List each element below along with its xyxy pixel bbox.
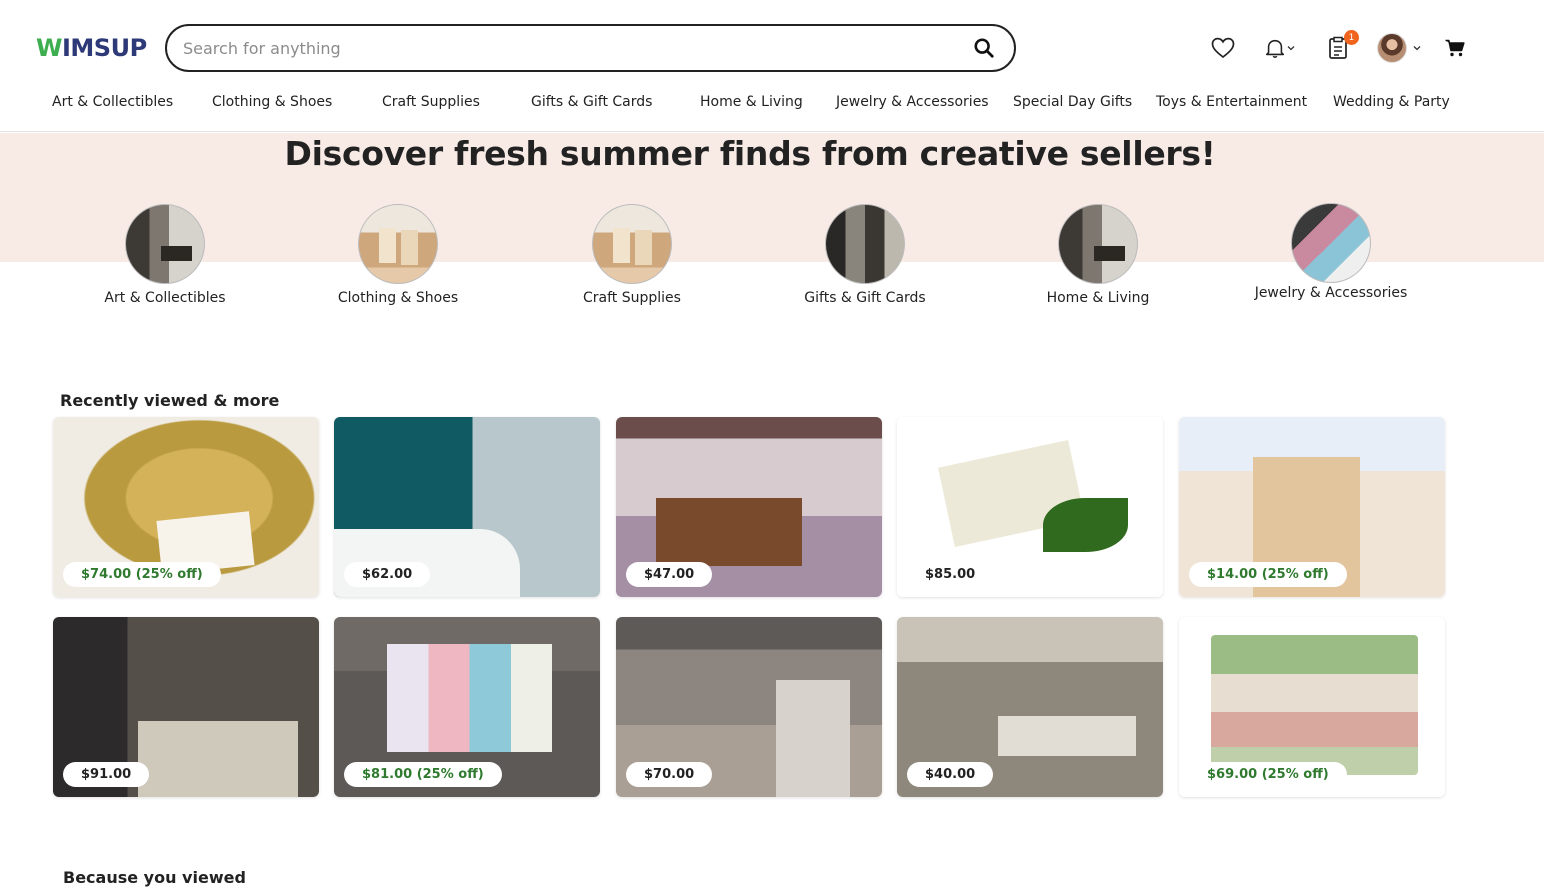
price-tag: $62.00 bbox=[344, 562, 431, 587]
category-image bbox=[125, 204, 205, 284]
price-tag: $14.00 (25% off) bbox=[1189, 562, 1347, 587]
nav-item-gifts[interactable]: Gifts & Gift Cards bbox=[531, 94, 652, 110]
search-bar bbox=[165, 24, 1016, 72]
chevron-down-icon bbox=[1413, 46, 1421, 51]
category-image bbox=[358, 204, 438, 284]
notifications-button[interactable] bbox=[1260, 32, 1300, 64]
nav-item-art[interactable]: Art & Collectibles bbox=[52, 94, 173, 110]
bell-icon bbox=[1265, 39, 1285, 58]
product-card[interactable]: $47.00 bbox=[616, 417, 882, 597]
category-label: Clothing & Shoes bbox=[337, 290, 459, 306]
hero-category-clothing[interactable]: Clothing & Shoes bbox=[298, 204, 498, 308]
chevron-down-icon bbox=[1287, 46, 1295, 51]
category-image bbox=[825, 204, 905, 284]
product-card[interactable]: $85.00 bbox=[897, 417, 1163, 597]
category-label: Craft Supplies bbox=[583, 290, 681, 306]
price-tag: $40.00 bbox=[907, 762, 994, 787]
avatar bbox=[1377, 33, 1407, 63]
hero-category-jewelry[interactable]: Jewelry & Accessories bbox=[1251, 203, 1411, 303]
search-input[interactable] bbox=[183, 38, 970, 58]
product-card[interactable]: $69.00 (25% off) bbox=[1179, 617, 1445, 797]
category-label: Art & Collectibles bbox=[104, 290, 226, 306]
category-label: Jewelry & Accessories bbox=[1254, 285, 1408, 301]
nav-item-special-day[interactable]: Special Day Gifts bbox=[1013, 94, 1132, 110]
orders-button[interactable]: 1 bbox=[1325, 30, 1359, 64]
category-image bbox=[592, 204, 672, 284]
section-title-recent: Recently viewed & more bbox=[60, 391, 280, 410]
nav-item-wedding[interactable]: Wedding & Party bbox=[1333, 94, 1450, 110]
site-header: WIMSUP 1 Art & Collectibles Clothing & S… bbox=[0, 0, 1544, 132]
product-card[interactable]: $62.00 bbox=[334, 417, 600, 597]
price-tag: $47.00 bbox=[626, 562, 713, 587]
logo-text: WIMSUP bbox=[36, 34, 147, 62]
heart-icon bbox=[1211, 37, 1235, 59]
product-card[interactable]: $40.00 bbox=[897, 617, 1163, 797]
hero-category-art[interactable]: Art & Collectibles bbox=[65, 204, 265, 308]
nav-item-jewelry[interactable]: Jewelry & Accessories bbox=[836, 94, 989, 110]
nav-item-home[interactable]: Home & Living bbox=[700, 94, 803, 110]
category-image bbox=[1291, 203, 1371, 283]
price-tag: $70.00 bbox=[626, 762, 713, 787]
nav-item-toys[interactable]: Toys & Entertainment bbox=[1156, 94, 1307, 110]
nav-item-clothing[interactable]: Clothing & Shoes bbox=[212, 94, 332, 110]
search-button[interactable] bbox=[970, 34, 998, 62]
favorites-button[interactable] bbox=[1208, 32, 1238, 64]
hero-category-craft[interactable]: Craft Supplies bbox=[532, 204, 732, 308]
logo-rest: IMSUP bbox=[61, 34, 147, 62]
hero-title: Discover fresh summer finds from creativ… bbox=[284, 134, 1216, 173]
category-label: Gifts & Gift Cards bbox=[804, 290, 926, 306]
category-nav: Art & Collectibles Clothing & Shoes Craf… bbox=[0, 84, 1544, 124]
cart-icon bbox=[1445, 39, 1465, 57]
category-image bbox=[1058, 204, 1138, 284]
product-card[interactable]: $70.00 bbox=[616, 617, 882, 797]
search-icon bbox=[974, 38, 994, 58]
price-tag: $81.00 (25% off) bbox=[344, 762, 502, 787]
price-tag: $91.00 bbox=[63, 762, 150, 787]
hero-category-home[interactable]: Home & Living bbox=[998, 204, 1198, 308]
account-menu[interactable] bbox=[1376, 32, 1424, 64]
logo[interactable]: WIMSUP bbox=[36, 32, 147, 64]
logo-w: W bbox=[36, 34, 62, 62]
product-card[interactable]: $14.00 (25% off) bbox=[1179, 417, 1445, 597]
price-tag: $69.00 (25% off) bbox=[1189, 762, 1347, 787]
price-tag: $74.00 (25% off) bbox=[63, 562, 221, 587]
orders-badge: 1 bbox=[1344, 30, 1359, 45]
price-tag: $85.00 bbox=[907, 562, 994, 587]
cart-button[interactable] bbox=[1441, 32, 1469, 64]
nav-item-craft[interactable]: Craft Supplies bbox=[382, 94, 480, 110]
product-card[interactable]: $91.00 bbox=[53, 617, 319, 797]
hero-category-gifts[interactable]: Gifts & Gift Cards bbox=[765, 204, 965, 308]
section-title-because: Because you viewed bbox=[63, 868, 246, 887]
product-card[interactable]: $81.00 (25% off) bbox=[334, 617, 600, 797]
product-card[interactable]: $74.00 (25% off) bbox=[53, 417, 319, 597]
category-label: Home & Living bbox=[1046, 290, 1150, 306]
